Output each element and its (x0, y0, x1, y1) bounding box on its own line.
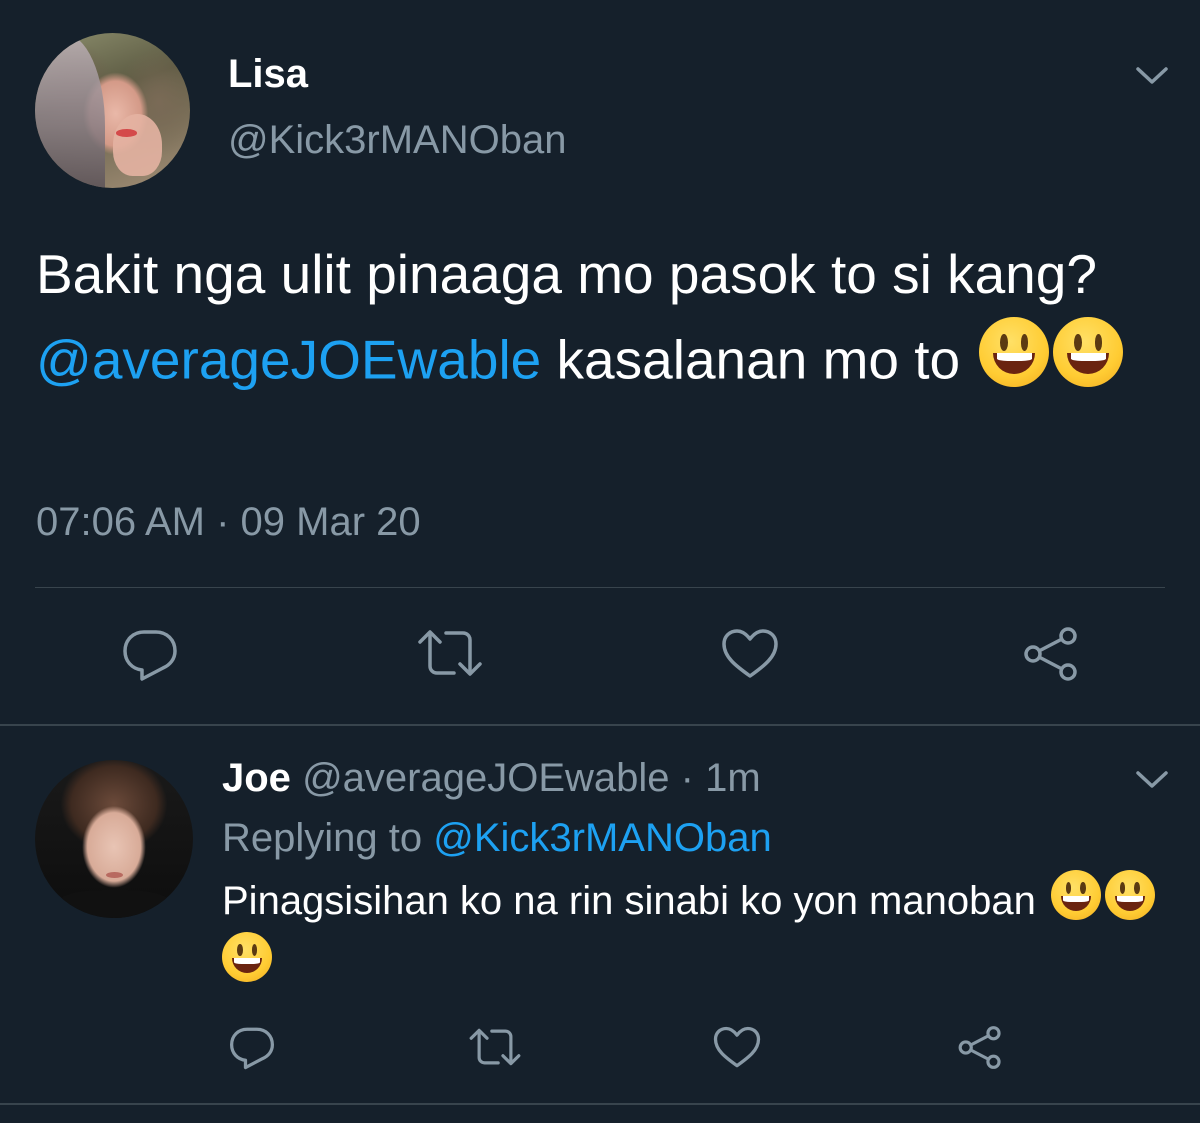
heart-icon (713, 1026, 761, 1068)
author-handle[interactable]: @averageJOEwable (302, 756, 669, 800)
avatar[interactable] (35, 33, 190, 188)
share-button[interactable] (957, 1025, 1003, 1070)
grinning-face-emoji (1050, 870, 1101, 921)
retweet-button[interactable] (468, 1027, 522, 1067)
avatar[interactable] (35, 760, 193, 918)
reply-text-content: Pinagsisihan ko na rin sinabi ko yon man… (222, 879, 1036, 923)
retweet-icon (418, 630, 482, 676)
reply-icon (230, 1027, 274, 1070)
share-icon (958, 1026, 1001, 1069)
heart-icon (722, 629, 778, 678)
grinning-face-emoji (979, 317, 1050, 387)
reply-text: Pinagsisihan ko na rin sinabi ko yon man… (222, 870, 1182, 994)
tweet-divider (0, 1103, 1200, 1105)
grinning-face-emoji (1104, 870, 1155, 921)
replying-to-handle[interactable]: @Kick3rMANOban (433, 816, 771, 860)
avatar-shirt (58, 889, 170, 918)
avatar-hand (112, 113, 163, 176)
avatar-hair (35, 33, 105, 188)
tweet-thread: Lisa @Kick3rMANOban Bakit nga ulit pinaa… (0, 0, 1200, 1123)
separator: · (669, 756, 706, 800)
main-tweet[interactable]: Lisa @Kick3rMANOban Bakit nga ulit pinaa… (0, 0, 1200, 725)
reply-button[interactable] (229, 1026, 275, 1070)
grinning-face-emoji (222, 932, 272, 983)
share-button[interactable] (1022, 626, 1080, 682)
retweet-button[interactable] (416, 628, 484, 678)
author-name[interactable]: Lisa (228, 52, 308, 97)
replying-label: Replying to (222, 816, 434, 860)
divider (35, 587, 1165, 588)
tweet-age[interactable]: 1m (705, 756, 761, 800)
replying-to: Replying to @Kick3rMANOban (222, 816, 772, 861)
chevron-down-icon[interactable] (1135, 770, 1169, 790)
like-button[interactable] (721, 628, 779, 680)
tweet-timestamp[interactable]: 07:06 AM · 09 Mar 20 (36, 500, 421, 545)
avatar-lips (106, 872, 124, 879)
tweet-divider (0, 724, 1200, 726)
author-name[interactable]: Joe (222, 756, 291, 800)
chevron-down-icon[interactable] (1135, 66, 1169, 86)
mention-link[interactable]: @averageJOEwable (36, 329, 541, 391)
reply-icon (123, 630, 177, 681)
like-button[interactable] (713, 1026, 761, 1069)
share-icon (1024, 627, 1077, 681)
avatar-lips (115, 129, 138, 137)
tweet-text-part: Bakit nga ulit pinaaga mo pasok to si ka… (36, 243, 1097, 305)
tweet-text: Bakit nga ulit pinaaga mo pasok to si ka… (36, 232, 1156, 403)
reply-header: Joe @averageJOEwable · 1m (222, 756, 761, 801)
grinning-face-emoji (1053, 317, 1124, 387)
tweet-text-part: kasalanan mo to (541, 328, 961, 391)
author-handle[interactable]: @Kick3rMANOban (228, 118, 566, 163)
retweet-icon (469, 1028, 521, 1066)
reply-button[interactable] (122, 628, 178, 682)
